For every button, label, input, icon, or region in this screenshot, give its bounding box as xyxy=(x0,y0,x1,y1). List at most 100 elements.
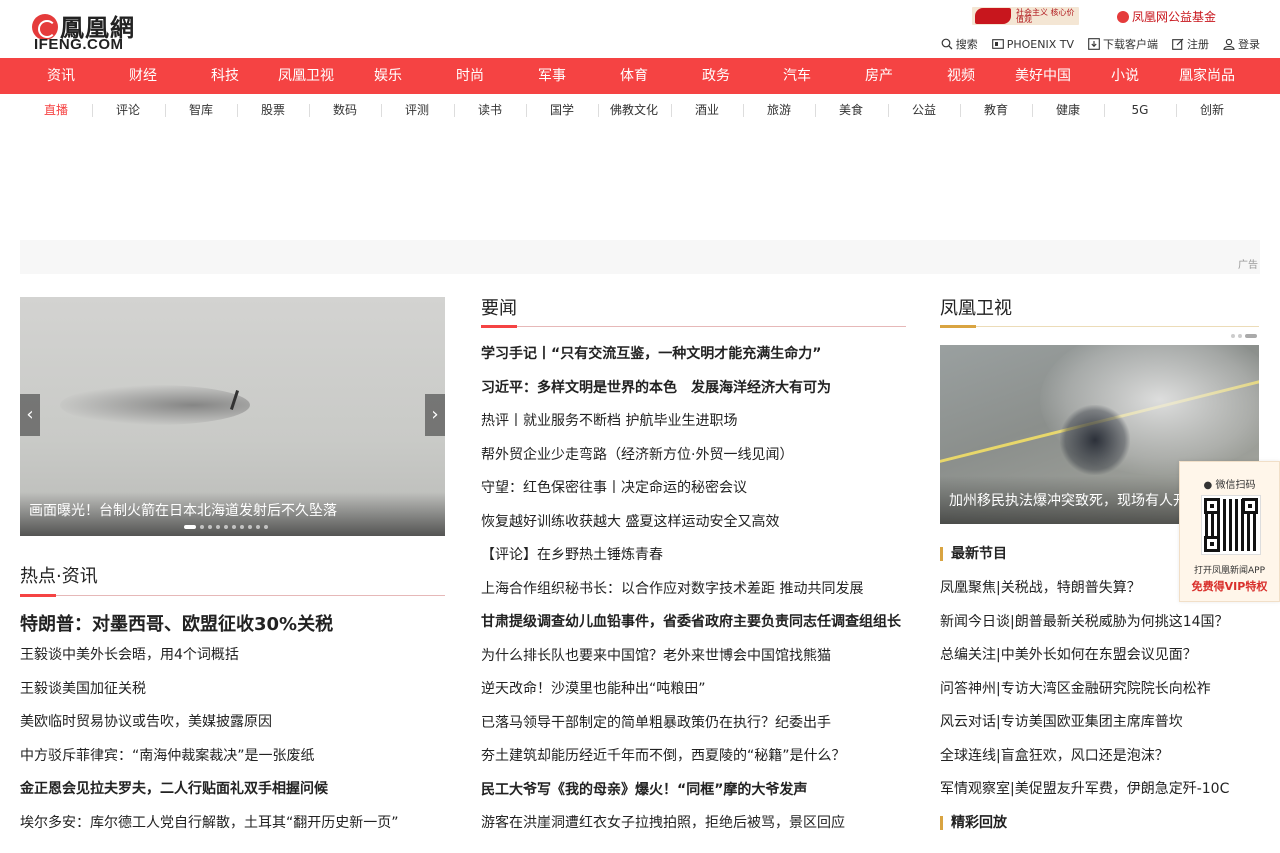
subnav-item-buddhism[interactable]: 佛教文化 xyxy=(598,94,670,126)
slider-prev-button[interactable]: ‹ xyxy=(20,394,40,436)
phoenix-tv-link[interactable]: PHOENIX TV xyxy=(991,36,1074,52)
search-link[interactable]: 搜索 xyxy=(941,36,978,52)
top-news-item[interactable]: 游客在洪崖洞遭红衣女子拉拽拍照，拒绝后被骂，景区回应 xyxy=(481,813,845,833)
subnav-item-health[interactable]: 健康 xyxy=(1032,94,1104,126)
top-news-item[interactable]: 已落马领导干部制定的简单粗暴政策仍在执行？纪委出手 xyxy=(481,713,831,733)
download-icon xyxy=(1088,38,1100,50)
top-news-title[interactable]: 要闻 xyxy=(481,294,517,320)
nav-item-shop[interactable]: 凰家尚品 xyxy=(1166,58,1248,94)
top-news-item[interactable]: 【评论】在乡野热土锤炼青春 xyxy=(481,545,663,565)
nav-item-novel[interactable]: 小说 xyxy=(1084,58,1166,94)
register-label: 注册 xyxy=(1187,38,1209,51)
slider-next-button[interactable]: › xyxy=(425,394,445,436)
register-link[interactable]: 注册 xyxy=(1172,36,1209,52)
hot-news-item[interactable]: 王毅谈美国加征关税 xyxy=(20,679,146,699)
nav-item-realestate[interactable]: 房产 xyxy=(838,58,920,94)
tv-slider-dot[interactable] xyxy=(1238,334,1242,338)
charity-logo-icon xyxy=(1117,11,1129,23)
top-news-item[interactable]: 逆天改命！沙漠里也能种出“吨粮田” xyxy=(481,679,706,699)
top-news-item[interactable]: 民工大爷写《我的母亲》爆火！“同框”摩的大爷发声 xyxy=(481,780,807,800)
app-qr-float[interactable]: ● 微信扫码 打开凤凰新闻APP 免费得VIP特权 xyxy=(1179,461,1280,602)
slider-dot[interactable] xyxy=(248,525,252,529)
slider-dot[interactable] xyxy=(240,525,244,529)
subnav-item-charity[interactable]: 公益 xyxy=(888,94,960,126)
subnav-item-5g[interactable]: 5G xyxy=(1104,94,1176,126)
phoenix-tv-title[interactable]: 凤凰卫视 xyxy=(940,294,1012,320)
top-news-item[interactable]: 为什么排长队也要来中国馆？老外来世博会中国馆找熊猫 xyxy=(481,646,831,666)
slider-dot[interactable] xyxy=(216,525,220,529)
subnav-item-innovation[interactable]: 创新 xyxy=(1176,94,1248,126)
login-link[interactable]: 登录 xyxy=(1223,36,1260,52)
hot-news-item[interactable]: 美欧临时贸易协议或告吹，美媒披露原因 xyxy=(20,712,272,732)
nav-item-military[interactable]: 军事 xyxy=(511,58,593,94)
tv-program-item[interactable]: 问答神州|专访大湾区金融研究院院长向松祚 xyxy=(940,679,1211,699)
tv-slider-dot[interactable] xyxy=(1231,334,1235,338)
nav-item-sports[interactable]: 体育 xyxy=(593,58,675,94)
hot-news-headline[interactable]: 特朗普：对墨西哥、欧盟征收30%关税 xyxy=(20,610,333,636)
slider-dot[interactable] xyxy=(224,525,228,529)
nav-item-entertainment[interactable]: 娱乐 xyxy=(347,58,429,94)
tv-program-item[interactable]: 风云对话|专访美国欧亚集团主席库普坎 xyxy=(940,712,1183,732)
nav-item-fashion[interactable]: 时尚 xyxy=(429,58,511,94)
top-news-item[interactable]: 学习手记丨“只有交流互鉴，一种文明才能充满生命力” xyxy=(481,344,821,364)
subnav-item-education[interactable]: 教育 xyxy=(960,94,1032,126)
nav-item-video[interactable]: 视频 xyxy=(920,58,1002,94)
hot-news-title[interactable]: 热点·资讯 xyxy=(20,562,98,588)
nav-item-news[interactable]: 资讯 xyxy=(20,58,102,94)
values-banner[interactable]: 社会主义 核心价值观 xyxy=(972,7,1079,25)
nav-item-phoenix-tv[interactable]: 凤凰卫视 xyxy=(265,58,347,94)
slider-dot[interactable] xyxy=(264,525,268,529)
slider-dot[interactable] xyxy=(208,525,212,529)
ad-banner[interactable]: 广告 xyxy=(20,240,1260,274)
subnav-item-live[interactable]: 直播 xyxy=(20,94,92,126)
subnav-item-food[interactable]: 美食 xyxy=(815,94,887,126)
top-news-item[interactable]: 守望：红色保密往事丨决定命运的秘密会议 xyxy=(481,478,747,498)
subnav-item-digital[interactable]: 数码 xyxy=(309,94,381,126)
nav-item-auto[interactable]: 汽车 xyxy=(756,58,838,94)
subnav-item-review[interactable]: 评测 xyxy=(381,94,453,126)
tv-program-item[interactable]: 新闻今日谈|朗普最新关税威胁为何挑这14国？ xyxy=(940,612,1229,632)
subnav-item-stocks[interactable]: 股票 xyxy=(237,94,309,126)
top-news-item[interactable]: 帮外贸企业少走弯路（经济新方位·外贸一线见闻） xyxy=(481,445,793,465)
subnav-item-comment[interactable]: 评论 xyxy=(92,94,164,126)
qr-open-app-text: 打开凤凰新闻APP xyxy=(1193,566,1265,576)
slider-dots xyxy=(184,525,268,529)
nav-item-finance[interactable]: 财经 xyxy=(102,58,184,94)
slider-dot[interactable] xyxy=(232,525,236,529)
login-label: 登录 xyxy=(1238,38,1260,51)
subnav-item-travel[interactable]: 旅游 xyxy=(743,94,815,126)
site-logo[interactable]: 鳳凰網 IFENG.COM xyxy=(32,8,154,53)
tv-slider-dot[interactable] xyxy=(1245,334,1257,338)
slider-caption[interactable]: 画面曝光！台制火箭在日本北海道发射后不久坠落 xyxy=(29,500,337,520)
download-client-link[interactable]: 下载客户端 xyxy=(1088,36,1158,52)
nav-item-government[interactable]: 政务 xyxy=(675,58,757,94)
nav-item-beautiful-china[interactable]: 美好中国 xyxy=(1002,58,1084,94)
slider-dot[interactable] xyxy=(184,525,196,529)
nav-item-tech[interactable]: 科技 xyxy=(184,58,266,94)
top-news-item[interactable]: 甘肃提级调查幼儿血铅事件，省委省政府主要负责同志任调查组组长 xyxy=(481,612,901,632)
tv-program-item[interactable]: 总编关注|中美外长如何在东盟会议见面？ xyxy=(940,645,1197,665)
subnav-item-thinktank[interactable]: 智库 xyxy=(165,94,237,126)
top-news-item[interactable]: 上海合作组织秘书长：以合作应对数字技术差距 推动共同发展 xyxy=(481,579,863,599)
photo-slider[interactable]: 画面曝光！台制火箭在日本北海道发射后不久坠落 ‹ › xyxy=(20,297,445,536)
tv-program-item[interactable]: 军情观察室|美促盟友升军费，伊朗急定歼-10C xyxy=(940,779,1229,799)
top-links: 搜索 PHOENIX TV 下载客户端 注册 登录 xyxy=(941,36,1260,52)
slider-dot[interactable] xyxy=(256,525,260,529)
subnav-item-guoxue[interactable]: 国学 xyxy=(526,94,598,126)
subnav-item-wine[interactable]: 酒业 xyxy=(671,94,743,126)
hot-news-item[interactable]: 金正恩会见拉夫罗夫，二人行贴面礼双手相握问候 xyxy=(20,779,328,799)
tv-caption[interactable]: 加州移民执法爆冲突致死，现场有人开 xyxy=(949,490,1187,510)
subnav-item-books[interactable]: 读书 xyxy=(454,94,526,126)
hot-news-item[interactable]: 埃尔多安：库尔德工人党自行解散，土耳其“翻开历史新一页” xyxy=(20,813,399,833)
tv-program-item[interactable]: 全球连线|盲盒狂欢，风口还是泡沫？ xyxy=(940,746,1169,766)
tv-program-item[interactable]: 凤凰聚焦|关税战，特朗普失算？ xyxy=(940,578,1141,598)
top-news-item[interactable]: 夯土建筑却能历经近千年而不倒，西夏陵的“秘籍”是什么？ xyxy=(481,746,846,766)
top-news-item[interactable]: 热评丨就业服务不断档 护航毕业生进职场 xyxy=(481,411,737,431)
top-news-item[interactable]: 恢复越好训练收获越大 盛夏这样运动安全又高效 xyxy=(481,512,779,532)
hot-news-divider xyxy=(20,594,445,597)
top-news-item[interactable]: 习近平：多样文明是世界的本色 发展海洋经济大有可为 xyxy=(481,378,831,398)
slider-dot[interactable] xyxy=(200,525,204,529)
charity-banner[interactable]: 凤凰网公益基金 xyxy=(1117,8,1216,26)
hot-news-item[interactable]: 中方驳斥菲律宾：“南海仲裁案裁决”是一张废纸 xyxy=(20,746,315,766)
hot-news-item[interactable]: 王毅谈中美外长会晤，用4个词概括 xyxy=(20,645,239,665)
